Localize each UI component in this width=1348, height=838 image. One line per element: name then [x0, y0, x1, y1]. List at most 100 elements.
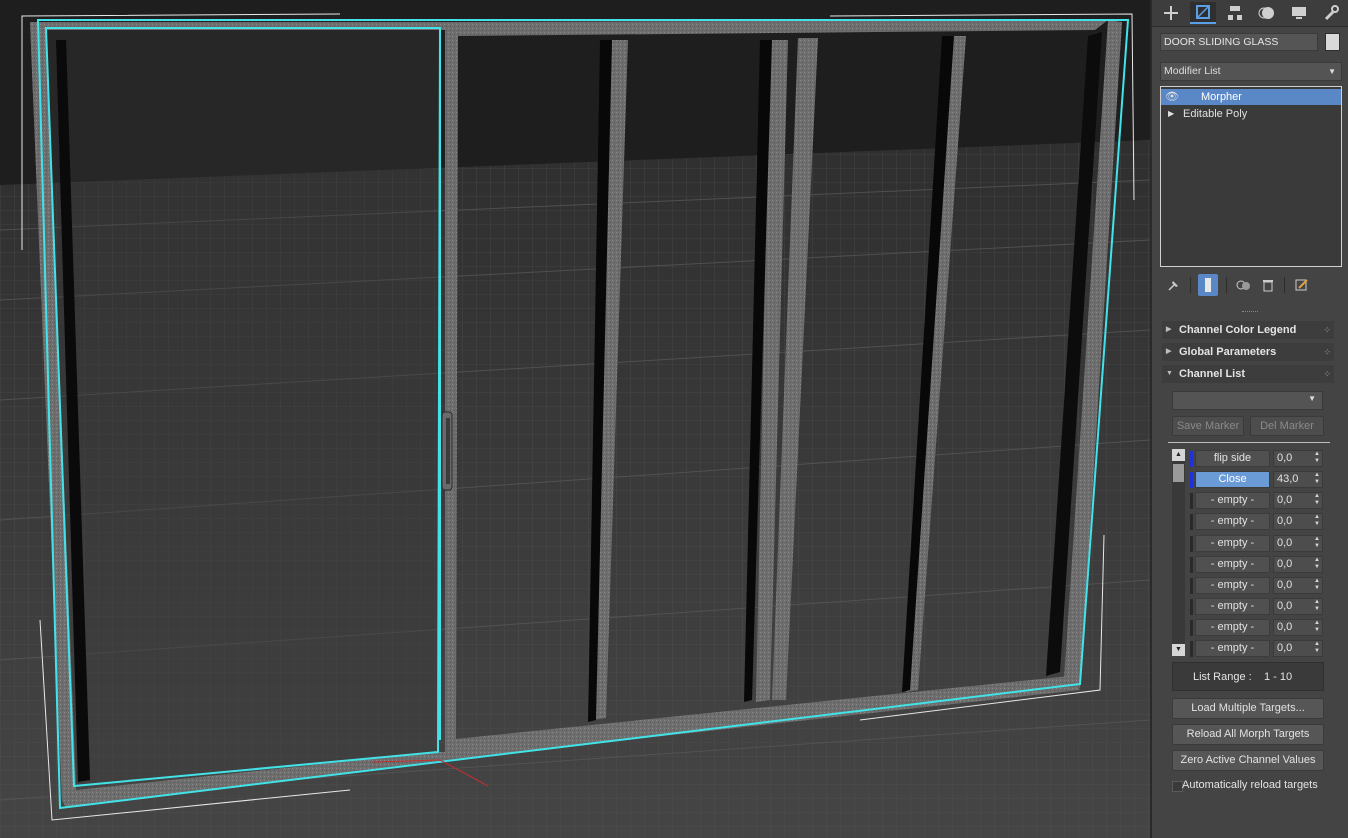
create-tab[interactable]: [1158, 2, 1184, 24]
channel-name-button[interactable]: - empty -: [1195, 640, 1270, 657]
channel-value-spinner[interactable]: 43,0 ▲ ▼: [1273, 471, 1323, 488]
channel-name-button[interactable]: flip side: [1195, 450, 1270, 467]
stack-item-morpher[interactable]: 👁 Morpher: [1161, 89, 1341, 105]
channel-name-button[interactable]: - empty -: [1195, 556, 1270, 573]
chevron-down-icon: ▼: [1308, 394, 1316, 403]
chevron-down-icon: ▼: [1328, 67, 1336, 76]
channel-name-button[interactable]: - empty -: [1195, 577, 1270, 594]
modifier-list-dropdown[interactable]: Modifier List ▼: [1160, 62, 1342, 81]
scroll-down-icon[interactable]: ▼: [1172, 644, 1185, 656]
channel-indicator: [1190, 536, 1193, 552]
hierarchy-tab[interactable]: [1222, 2, 1248, 24]
pin-stack-button[interactable]: [1164, 274, 1184, 296]
configure-modifier-sets-button[interactable]: [1292, 274, 1312, 296]
channel-indicator: [1190, 451, 1193, 467]
separator: [1226, 277, 1227, 293]
channel-indicator: [1190, 599, 1193, 615]
show-end-result-button[interactable]: [1198, 274, 1218, 296]
channel-value-spinner[interactable]: 0,0 ▲ ▼: [1273, 535, 1323, 552]
display-icon: [1292, 7, 1306, 19]
spinner-arrows-icon[interactable]: ▲ ▼: [1314, 451, 1320, 465]
list-range-box: List Range : 1 - 10: [1172, 662, 1324, 691]
channel-value: 0,0: [1277, 537, 1293, 549]
eye-icon[interactable]: 👁: [1164, 89, 1180, 105]
drag-handle-icon[interactable]: ⁘: [1323, 343, 1330, 361]
rollout-global-parameters[interactable]: ▶ Global Parameters ⁘: [1162, 343, 1334, 361]
channel-indicator: [1190, 514, 1193, 530]
motion-icon: [1258, 7, 1274, 19]
rollout-channel-color-legend[interactable]: ▶ Channel Color Legend ⁘: [1162, 321, 1334, 339]
del-marker-button[interactable]: Del Marker: [1250, 416, 1324, 436]
channel-value: 0,0: [1277, 600, 1293, 612]
separator: [1190, 277, 1191, 293]
hierarchy-icon: [1228, 6, 1242, 20]
expand-triangle-icon[interactable]: ▶: [1168, 106, 1174, 122]
zero-active-channel-values-button[interactable]: Zero Active Channel Values: [1172, 750, 1324, 771]
spinner-arrows-icon[interactable]: ▲ ▼: [1314, 536, 1320, 550]
channel-value-spinner[interactable]: 0,0 ▲ ▼: [1273, 450, 1323, 467]
modifier-list-label: Modifier List: [1164, 65, 1221, 77]
create-icon: [1164, 6, 1178, 20]
pin-icon: [1168, 281, 1178, 291]
spinner-arrows-icon[interactable]: ▲ ▼: [1314, 620, 1320, 634]
spinner-arrows-icon[interactable]: ▲ ▼: [1314, 472, 1320, 486]
channel-indicator: [1190, 557, 1193, 573]
display-tab[interactable]: [1286, 2, 1312, 24]
spinner-arrows-icon[interactable]: ▲ ▼: [1314, 578, 1320, 592]
spinner-arrows-icon[interactable]: ▲ ▼: [1314, 599, 1320, 613]
channel-name-button[interactable]: Close: [1195, 471, 1270, 488]
panel-grip[interactable]: [1242, 311, 1258, 316]
trash-icon: [1263, 280, 1273, 292]
object-color-swatch[interactable]: [1325, 33, 1340, 51]
channel-indicator: [1190, 641, 1193, 657]
channel-value: 0,0: [1277, 579, 1293, 591]
spinner-arrows-icon[interactable]: ▲ ▼: [1314, 641, 1320, 655]
reload-all-morph-targets-button[interactable]: Reload All Morph Targets: [1172, 724, 1324, 745]
utilities-tab[interactable]: [1318, 2, 1344, 24]
channel-name-button[interactable]: - empty -: [1195, 513, 1270, 530]
channel-scrollbar[interactable]: ▲ ▼: [1172, 449, 1185, 656]
expand-triangle-icon: ▶: [1166, 348, 1172, 355]
spinner-arrows-icon[interactable]: ▲ ▼: [1314, 493, 1320, 507]
marker-dropdown[interactable]: ▼: [1172, 391, 1323, 410]
spinner-arrows-icon[interactable]: ▲ ▼: [1314, 557, 1320, 571]
auto-reload-label: Automatically reload targets: [1182, 779, 1318, 791]
command-panel: DOOR SLIDING GLASS Modifier List ▼ 👁 Mor…: [1150, 0, 1348, 838]
utilities-icon: [1324, 5, 1339, 21]
channel-value-spinner[interactable]: 0,0 ▲ ▼: [1273, 619, 1323, 636]
remove-modifier-button[interactable]: [1258, 274, 1278, 296]
motion-tab[interactable]: [1254, 2, 1280, 24]
save-marker-button[interactable]: Save Marker: [1172, 416, 1244, 436]
channel-name-button[interactable]: - empty -: [1195, 492, 1270, 509]
list-range-label: List Range :: [1193, 671, 1252, 683]
channel-value-spinner[interactable]: 0,0 ▲ ▼: [1273, 492, 1323, 509]
channel-value: 0,0: [1277, 621, 1293, 633]
channel-value-spinner[interactable]: 0,0 ▲ ▼: [1273, 556, 1323, 573]
scroll-thumb[interactable]: [1173, 464, 1184, 482]
stack-item-label: Morpher: [1201, 91, 1242, 103]
stack-item-editable-poly[interactable]: ▶ Editable Poly: [1161, 106, 1341, 122]
channel-value-spinner[interactable]: 0,0 ▲ ▼: [1273, 577, 1323, 594]
make-unique-button[interactable]: [1234, 274, 1254, 296]
load-multiple-targets-button[interactable]: Load Multiple Targets...: [1172, 698, 1324, 719]
channel-value: 0,0: [1277, 452, 1293, 464]
viewport-scene: [0, 0, 1150, 838]
spinner-arrows-icon[interactable]: ▲ ▼: [1314, 514, 1320, 528]
channel-value: 0,0: [1277, 494, 1293, 506]
scroll-up-icon[interactable]: ▲: [1172, 449, 1185, 461]
channel-name-button[interactable]: - empty -: [1195, 619, 1270, 636]
channel-name-button[interactable]: - empty -: [1195, 535, 1270, 552]
channel-value-spinner[interactable]: 0,0 ▲ ▼: [1273, 640, 1323, 657]
drag-handle-icon[interactable]: ⁘: [1323, 321, 1330, 339]
stack-toolbar: [1160, 274, 1342, 296]
channel-value: 43,0: [1277, 473, 1299, 485]
object-name-field[interactable]: DOOR SLIDING GLASS: [1160, 33, 1318, 51]
channel-value-spinner[interactable]: 0,0 ▲ ▼: [1273, 598, 1323, 615]
modify-tab[interactable]: [1190, 2, 1216, 24]
drag-handle-icon[interactable]: ⁘: [1323, 365, 1330, 383]
perspective-viewport[interactable]: [0, 0, 1150, 838]
expand-triangle-icon: ▶: [1166, 326, 1172, 333]
channel-name-button[interactable]: - empty -: [1195, 598, 1270, 615]
channel-value-spinner[interactable]: 0,0 ▲ ▼: [1273, 513, 1323, 530]
rollout-channel-list[interactable]: ▼ Channel List ⁘: [1162, 365, 1334, 383]
